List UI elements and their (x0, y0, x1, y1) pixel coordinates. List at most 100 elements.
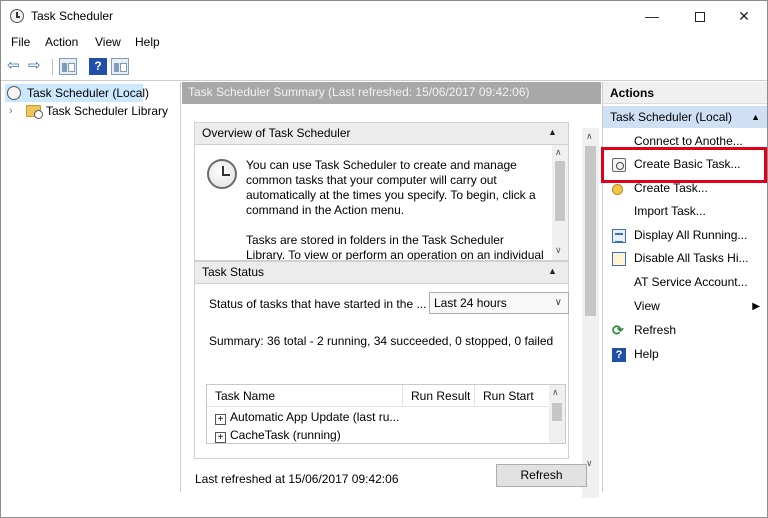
task-status-header[interactable]: Task Status ▲ (195, 262, 568, 284)
pane-icon (114, 63, 119, 72)
expand-icon[interactable]: + (215, 432, 226, 443)
menu-help[interactable]: Help (135, 35, 160, 49)
task-name: CacheTask (running) (230, 428, 341, 442)
scroll-thumb[interactable] (555, 161, 565, 221)
refresh-icon: ⟳ (612, 322, 624, 338)
clock-icon (207, 159, 237, 189)
overview-text: You can use Task Scheduler to create and… (246, 158, 544, 260)
status-filter-row: Status of tasks that have started in the… (209, 292, 569, 314)
actions-section-label: Task Scheduler (Local) (610, 110, 733, 124)
window-title: Task Scheduler (31, 9, 114, 23)
status-period-select[interactable]: Last 24 hours ∨ (429, 292, 569, 314)
menu-view[interactable]: View (95, 35, 121, 49)
back-arrow-icon[interactable]: ⇦ (7, 58, 23, 74)
tree-item-label: Task Scheduler Library (46, 104, 169, 118)
action-at-service-account[interactable]: AT Service Account... (603, 271, 767, 294)
refresh-button[interactable]: Refresh (496, 464, 587, 487)
clock-icon (7, 86, 21, 100)
action-label: Help (634, 347, 659, 361)
actions-section-header[interactable]: Task Scheduler (Local) ▲ (603, 106, 767, 128)
scroll-thumb[interactable] (552, 403, 562, 421)
overview-scrollbar[interactable]: ∧ ∨ (552, 145, 568, 260)
actions-title: Actions (603, 82, 767, 104)
pane-icon (62, 63, 67, 72)
highlight-annotation (601, 147, 767, 183)
scroll-up-icon[interactable]: ∧ (555, 147, 562, 158)
expand-icon[interactable]: + (215, 414, 226, 425)
last-refreshed-label: Last refreshed at 15/06/2017 09:42:06 (195, 472, 399, 486)
action-disable-all-tasks-history[interactable]: Disable All Tasks Hi... (603, 247, 767, 270)
maximize-icon (695, 12, 705, 23)
actions-pane: Actions Task Scheduler (Local) ▲ Connect… (602, 82, 767, 492)
task-status-grid: Task Name Run Result Run Start + Automati… (206, 384, 566, 444)
collapse-icon[interactable]: ▲ (751, 106, 760, 128)
summary-pane: Task Scheduler Summary (Last refreshed: … (182, 82, 601, 498)
column-task-name[interactable]: Task Name (207, 385, 403, 407)
action-refresh[interactable]: ⟳ Refresh (603, 319, 767, 342)
scroll-down-icon[interactable]: ∨ (555, 245, 562, 256)
scroll-thumb[interactable] (585, 146, 596, 316)
console-tree: Task Scheduler (Local) › Task Scheduler … (1, 82, 181, 492)
disable-history-icon (612, 252, 626, 266)
scroll-up-icon[interactable]: ∧ (552, 387, 559, 398)
create-task-icon (612, 184, 623, 195)
table-row[interactable]: + Automatic App Update (last ru... (215, 408, 399, 426)
close-button[interactable]: ✕ (721, 1, 767, 31)
action-help[interactable]: ? Help (603, 343, 767, 366)
grid-header: Task Name Run Result Run Start (207, 385, 551, 407)
collapse-icon[interactable]: ▲ (547, 266, 558, 277)
help-button[interactable]: ? (89, 58, 107, 75)
grid-scrollbar[interactable]: ∧ (549, 385, 565, 443)
menu-action[interactable]: Action (45, 35, 78, 49)
action-label: Disable All Tasks Hi... (634, 251, 749, 265)
display-running-tasks-icon (612, 229, 626, 243)
maximize-button[interactable] (677, 1, 723, 31)
clock-icon (10, 9, 24, 23)
summary-body: Overview of Task Scheduler ▲ You can use… (182, 104, 601, 498)
action-label: Refresh (634, 323, 677, 337)
section-title: Overview of Task Scheduler (202, 126, 351, 140)
column-run-start[interactable]: Run Start (475, 385, 551, 407)
action-label: View (634, 299, 660, 313)
overview-header[interactable]: Overview of Task Scheduler ▲ (195, 123, 568, 145)
overview-body: You can use Task Scheduler to create and… (195, 145, 568, 260)
menu-bar: File Action View Help (1, 32, 767, 52)
action-import-task[interactable]: Import Task... (603, 200, 767, 223)
overview-paragraph: Tasks are stored in folders in the Task … (246, 233, 544, 260)
collapse-icon[interactable]: ▲ (547, 127, 558, 138)
summary-footer: Last refreshed at 15/06/2017 09:42:06 Re… (194, 464, 589, 492)
status-filter-label: Status of tasks that have started in the… (209, 297, 427, 311)
table-row[interactable]: + CacheTask (running) (215, 426, 341, 443)
action-display-all-running-tasks[interactable]: Display All Running... (603, 224, 767, 247)
action-label: Display All Running... (634, 228, 748, 242)
show-hide-console-tree-button[interactable] (59, 58, 77, 75)
toolbar-separator (52, 59, 53, 75)
overview-paragraph: You can use Task Scheduler to create and… (246, 158, 536, 217)
help-icon: ? (612, 348, 626, 362)
summary-header: Task Scheduler Summary (Last refreshed: … (182, 82, 601, 104)
tree-item-task-scheduler-library[interactable]: › Task Scheduler Library (5, 102, 175, 120)
task-status-section: Task Status ▲ Status of tasks that have … (194, 261, 569, 459)
chevron-right-icon[interactable]: › (9, 102, 13, 120)
show-hide-action-pane-button[interactable] (111, 58, 129, 75)
overview-section: Overview of Task Scheduler ▲ You can use… (194, 122, 569, 261)
scroll-up-icon[interactable]: ∧ (586, 131, 593, 142)
title-bar: Task Scheduler — ✕ (1, 1, 767, 31)
submenu-arrow-icon: ▶ (752, 301, 760, 312)
task-name: Automatic App Update (last ru... (230, 410, 400, 424)
toolbar: ⇦ ⇨ ? (1, 53, 767, 81)
menu-file[interactable]: File (11, 35, 30, 49)
chevron-down-icon: ∨ (554, 297, 562, 308)
summary-scrollbar[interactable]: ∧ ∨ (582, 128, 599, 498)
tree-item-task-scheduler-local[interactable]: Task Scheduler (Local) (5, 84, 149, 102)
task-scheduler-window: Task Scheduler — ✕ File Action View Help… (0, 0, 768, 518)
minimize-button[interactable]: — (629, 1, 675, 31)
forward-arrow-icon[interactable]: ⇨ (28, 58, 44, 74)
status-period-value: Last 24 hours (434, 296, 507, 310)
section-title: Task Status (202, 265, 265, 279)
folder-clock-icon (26, 105, 43, 119)
action-label: Import Task... (634, 204, 706, 218)
action-view[interactable]: View ▶ (603, 295, 767, 318)
status-summary: Summary: 36 total - 2 running, 34 succee… (209, 334, 554, 348)
column-run-result[interactable]: Run Result (403, 385, 475, 407)
